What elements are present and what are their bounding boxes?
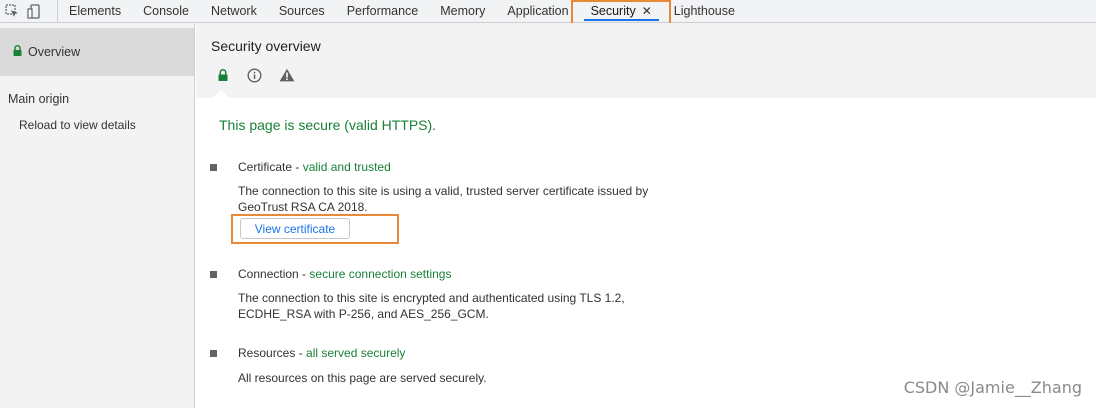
security-summary: This page is secure (valid HTTPS). bbox=[219, 117, 437, 133]
watermark: CSDN @Jamie__Zhang bbox=[903, 378, 1082, 397]
device-toggle-icon[interactable] bbox=[26, 3, 42, 19]
sidebar-item-reload: Reload to view details bbox=[19, 118, 136, 132]
tab-sources[interactable]: Sources bbox=[268, 0, 336, 22]
tab-memory[interactable]: Memory bbox=[429, 0, 496, 22]
section-description: All resources on this page are served se… bbox=[238, 371, 487, 385]
tab-security[interactable]: Security ✕ bbox=[580, 0, 663, 22]
bullet-icon bbox=[210, 350, 217, 357]
tab-label: Performance bbox=[346, 4, 419, 18]
warning-icon bbox=[278, 67, 295, 83]
sidebar-section-main-origin: Main origin bbox=[8, 92, 70, 106]
tab-label: Elements bbox=[69, 4, 122, 18]
security-overview-header: Security overview bbox=[196, 23, 1096, 98]
tab-application[interactable]: Application bbox=[496, 0, 579, 22]
tab-label: Network bbox=[210, 4, 257, 18]
section-status: secure connection settings bbox=[309, 267, 452, 281]
tab-performance[interactable]: Performance bbox=[336, 0, 430, 22]
tab-network[interactable]: Network bbox=[200, 0, 268, 22]
tab-label: Sources bbox=[278, 4, 325, 18]
tab-label: Lighthouse bbox=[673, 4, 735, 18]
separator: - bbox=[295, 346, 307, 360]
lock-icon bbox=[214, 67, 231, 83]
tab-elements[interactable]: Elements bbox=[58, 0, 132, 22]
section-description: The connection to this site is encrypted… bbox=[238, 291, 625, 321]
separator: - bbox=[292, 160, 303, 174]
selected-state-pointer bbox=[212, 90, 230, 99]
tab-label: Memory bbox=[440, 4, 486, 18]
section-status: all served securely bbox=[306, 346, 406, 360]
toolbar-icons bbox=[0, 0, 58, 22]
tab-lighthouse[interactable]: Lighthouse bbox=[663, 0, 746, 22]
section-status: valid and trusted bbox=[302, 160, 391, 174]
section-title: Connection - secure connection settings bbox=[238, 267, 451, 281]
close-icon[interactable]: ✕ bbox=[642, 4, 652, 18]
tab-console[interactable]: Console bbox=[132, 0, 200, 22]
inspect-icon[interactable] bbox=[4, 3, 20, 19]
section-label: Resources bbox=[238, 346, 296, 360]
tab-label: Security bbox=[590, 4, 636, 18]
security-state-icons bbox=[214, 67, 295, 83]
lock-icon bbox=[13, 45, 22, 59]
devtools-tab-bar: Elements Console Network Sources Perform… bbox=[0, 0, 1096, 23]
section-title: Certificate - valid and trusted bbox=[238, 160, 391, 174]
section-description: The connection to this site is using a v… bbox=[238, 184, 649, 214]
sidebar-item-overview[interactable]: Overview bbox=[0, 28, 194, 76]
section-label: Certificate bbox=[238, 160, 293, 174]
section-label: Connection bbox=[238, 267, 299, 281]
info-icon bbox=[246, 67, 263, 83]
tab-label: Console bbox=[143, 4, 189, 18]
security-sidebar: Overview Main origin Reload to view deta… bbox=[0, 23, 195, 408]
page-title: Security overview bbox=[211, 38, 321, 54]
separator: - bbox=[298, 267, 310, 281]
sidebar-item-label: Overview bbox=[28, 45, 81, 59]
bullet-icon bbox=[210, 164, 217, 171]
view-certificate-button[interactable]: View certificate bbox=[240, 218, 350, 239]
bullet-icon bbox=[210, 271, 217, 278]
section-title: Resources - all served securely bbox=[238, 346, 405, 360]
tab-label: Application bbox=[507, 4, 569, 18]
